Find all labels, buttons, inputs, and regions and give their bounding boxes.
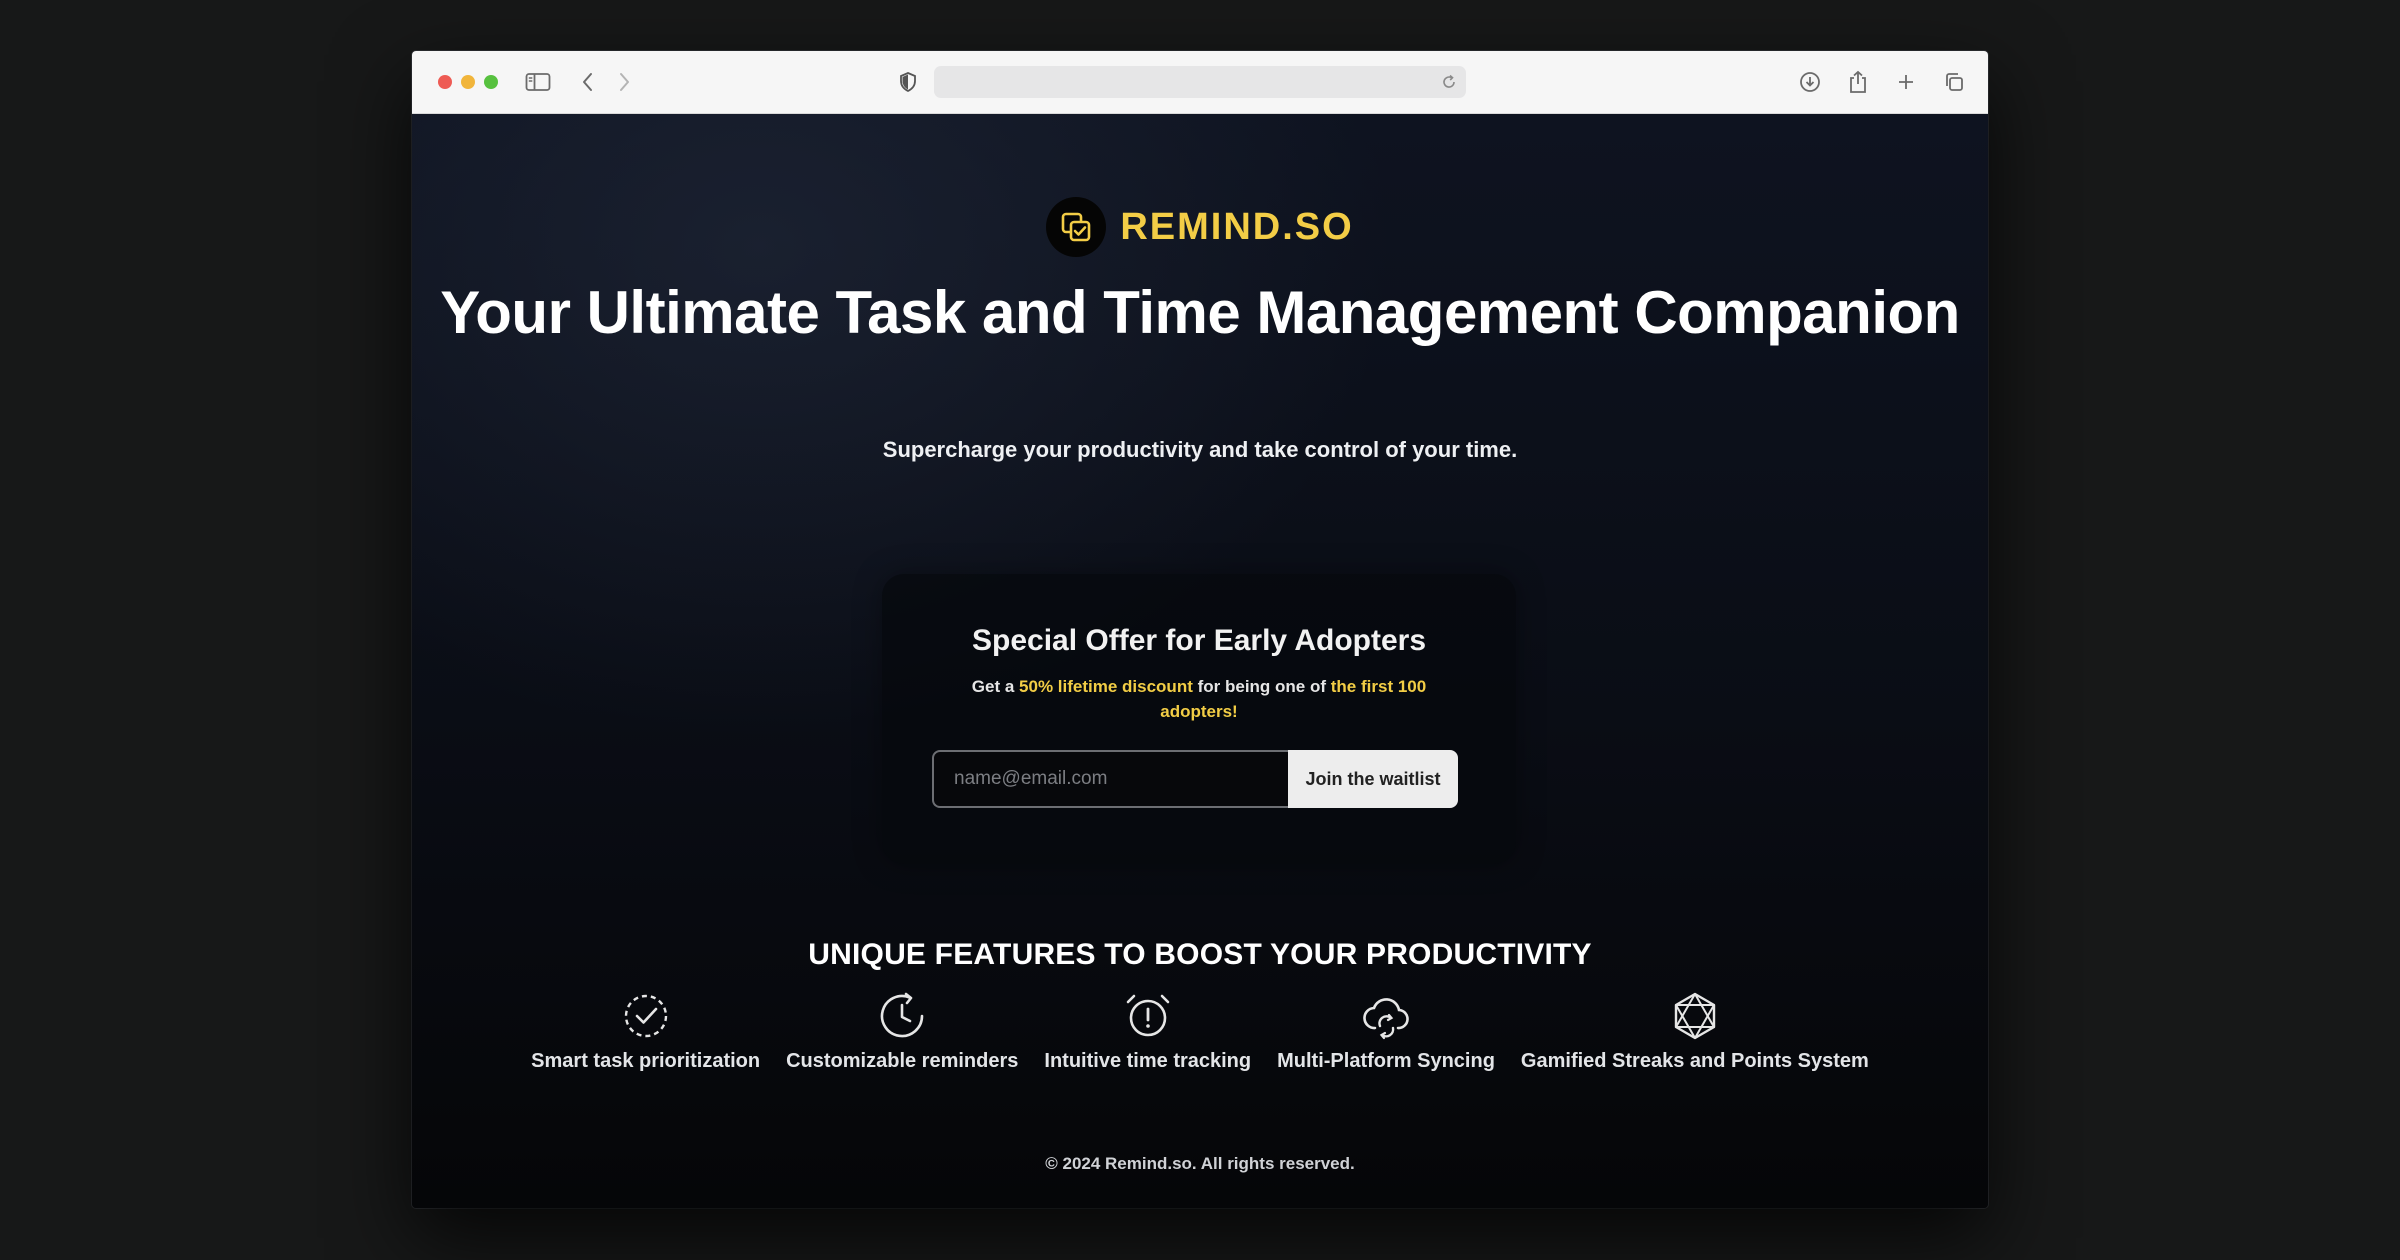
offer-text-part: Get a <box>971 677 1020 696</box>
discount-highlight: 50% lifetime discount <box>1019 677 1193 696</box>
maximize-window-button[interactable] <box>484 75 498 89</box>
feature-label: Intuitive time tracking <box>1044 1050 1252 1072</box>
features-title: UNIQUE FEATURES TO BOOST YOUR PRODUCTIVI… <box>808 938 1592 971</box>
feature-label: Smart task prioritization <box>531 1050 761 1072</box>
browser-window: REMIND.SO Your Ultimate Task and Time Ma… <box>412 51 1988 1208</box>
close-window-button[interactable] <box>438 75 452 89</box>
share-icon[interactable] <box>1844 68 1872 96</box>
footer-copyright: © 2024 Remind.so. All rights reserved. <box>1045 1154 1355 1173</box>
features-list: Smart task prioritization Customizable r… <box>412 990 1988 1073</box>
email-input[interactable] <box>932 750 1288 808</box>
star-polygon-icon <box>1674 992 1716 1040</box>
feature-label: Gamified Streaks and Points System <box>1520 1050 1869 1072</box>
minimize-window-button[interactable] <box>461 75 475 89</box>
join-waitlist-button[interactable]: Join the waitlist <box>1288 750 1458 808</box>
feature-item: Gamified Streaks and Points System <box>1521 990 1869 1073</box>
offer-card: Special Offer for Early Adopters Get a 5… <box>882 574 1516 864</box>
feature-item: Customizable reminders <box>786 990 1018 1073</box>
sidebar-toggle-icon[interactable] <box>524 68 552 96</box>
address-bar[interactable] <box>934 66 1466 98</box>
feature-label: Multi-Platform Syncing <box>1277 1050 1495 1072</box>
new-tab-icon[interactable] <box>1892 68 1920 96</box>
hero-subtitle: Supercharge your productivity and take c… <box>882 437 1518 462</box>
feature-item: Smart task prioritization <box>531 990 760 1073</box>
download-icon[interactable] <box>1796 68 1824 96</box>
landing-page: REMIND.SO Your Ultimate Task and Time Ma… <box>412 114 1988 1208</box>
logo-icon <box>1046 197 1107 257</box>
hero-title: Your Ultimate Task and Time Management C… <box>440 279 1960 346</box>
offer-description: Get a 50% lifetime discount for being on… <box>952 674 1446 724</box>
dashed-circle-check-icon <box>624 994 667 1038</box>
feature-item: Intuitive time tracking <box>1044 990 1251 1073</box>
brand-name: REMIND.SO <box>1120 205 1354 248</box>
offer-title: Special Offer for Early Adopters <box>971 624 1426 657</box>
browser-toolbar <box>412 51 1988 114</box>
forward-icon[interactable] <box>610 68 638 96</box>
offer-text-part: for being one of <box>1192 677 1331 696</box>
privacy-shield-icon[interactable] <box>894 68 922 96</box>
reload-icon[interactable] <box>1440 73 1458 96</box>
feature-item: Multi-Platform Syncing <box>1277 990 1495 1073</box>
clock-rotate-icon <box>880 992 924 1038</box>
brand-header: REMIND.SO <box>412 196 1988 258</box>
alarm-clock-alert-icon <box>1126 994 1170 1037</box>
back-icon[interactable] <box>574 68 602 96</box>
cloud-sync-icon <box>1363 998 1409 1040</box>
tab-overview-icon[interactable] <box>1940 68 1968 96</box>
feature-label: Customizable reminders <box>786 1050 1019 1072</box>
